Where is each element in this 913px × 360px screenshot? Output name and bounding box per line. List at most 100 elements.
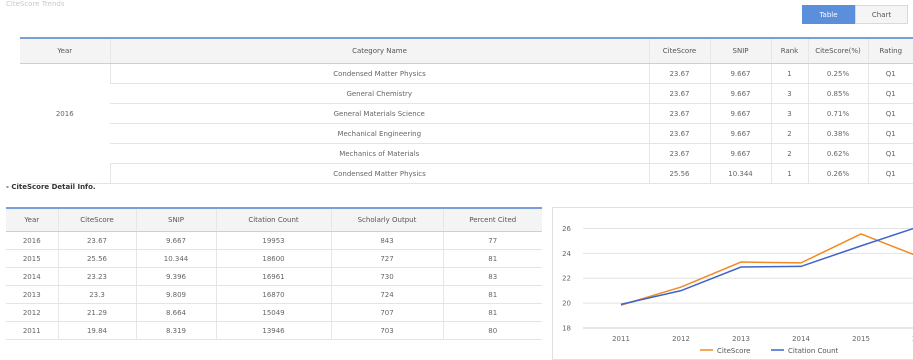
year-group-cell: 2016 (55, 109, 74, 118)
category-name-cell: Condensed Matter Physics (109, 163, 649, 184)
citescore-cell: 23.67 (648, 143, 710, 164)
category-name-cell: General Materials Science (110, 103, 649, 124)
citation-count-cell: 19953 (215, 231, 331, 250)
citescore-percent-cell: 0.62% (807, 143, 868, 164)
column-header-citescore-percent: CiteScore(%) (807, 38, 868, 64)
table-row: 2015 25.56 10.344 18600 727 81 (6, 249, 542, 268)
snip-cell: 8.664 (135, 303, 216, 322)
detail-table-header: Year CiteScore SNIP Citation Count Schol… (6, 208, 542, 232)
year-cell (20, 163, 110, 184)
rank-cell: 1 (770, 163, 808, 184)
column-header-snip: SNIP (135, 208, 216, 232)
rank-cell: 1 (770, 63, 808, 84)
y-tick-label: 18 (562, 325, 571, 333)
rating-cell: Q1 (867, 143, 913, 164)
citescore-cell: 23.3 (57, 285, 136, 304)
trend-line-chart: 1820222426201120122013201420152016CiteSc… (562, 225, 913, 355)
citescore-cell: 19.84 (57, 321, 136, 340)
citescore-cell: 23.67 (648, 103, 710, 124)
scholarly-output-cell: 703 (330, 321, 443, 340)
scholarly-output-cell: 730 (330, 267, 443, 286)
snip-cell: 9.667 (709, 83, 771, 104)
view-tabs: Table Chart (802, 5, 908, 24)
category-table: Year Category Name CiteScore SNIP Rank C… (20, 37, 913, 184)
page-title: CiteScore Trends (6, 0, 65, 8)
year-cell: 2012 (6, 303, 58, 322)
citescore-percent-cell: 0.71% (807, 103, 868, 124)
scholarly-output-cell: 724 (330, 285, 443, 304)
category-name-cell: Mechanical Engineering (110, 123, 649, 144)
column-header-rating: Rating (867, 38, 913, 64)
x-tick-label: 2013 (732, 335, 750, 343)
snip-cell: 9.667 (709, 143, 771, 164)
snip-cell: 9.809 (135, 285, 216, 304)
y-tick-label: 22 (562, 275, 571, 283)
citation-count-cell: 18600 (215, 249, 331, 268)
year-cell: 2011 (6, 321, 58, 340)
table-row: 2011 19.84 8.319 13946 703 80 (6, 321, 542, 340)
column-header-citation-count: Citation Count (215, 208, 331, 232)
rating-cell: Q1 (867, 123, 913, 144)
table-row: General Chemistry 23.67 9.667 3 0.85% Q1 (20, 83, 913, 104)
citation-count-cell: 16870 (215, 285, 331, 304)
table-row: General Materials Science 23.67 9.667 3 … (20, 103, 913, 124)
citescore-cell: 23.67 (57, 231, 136, 250)
citescore-percent-cell: 0.25% (807, 63, 868, 84)
category-name-cell: Condensed Matter Physics (109, 63, 649, 84)
section-title-detail: - CiteScore Detail Info. (6, 183, 96, 191)
x-tick-label: 2014 (792, 335, 810, 343)
tab-chart[interactable]: Chart (855, 5, 908, 24)
y-tick-label: 20 (562, 300, 571, 308)
year-cell: 2013 (6, 285, 58, 304)
citescore-percent-cell: 0.26% (807, 163, 868, 184)
column-header-snip: SNIP (709, 38, 771, 64)
detail-table: Year CiteScore SNIP Citation Count Schol… (6, 207, 542, 340)
percent-cited-cell: 77 (442, 231, 542, 250)
category-name-cell: General Chemistry (110, 83, 649, 104)
citescore-cell: 23.67 (648, 83, 710, 104)
scholarly-output-cell: 707 (330, 303, 443, 322)
table-row: 2016 Condensed Matter Physics 23.67 9.66… (20, 63, 913, 118)
year-cell: 2014 (6, 267, 58, 286)
trend-chart-panel: 1820222426201120122013201420152016CiteSc… (552, 207, 913, 360)
tab-table[interactable]: Table (802, 5, 855, 24)
percent-cited-cell: 81 (442, 249, 542, 268)
column-header-citescore: CiteScore (57, 208, 136, 232)
column-header-year: Year (20, 38, 110, 64)
citation-count-cell: 13946 (215, 321, 331, 340)
percent-cited-cell: 81 (442, 303, 542, 322)
rank-cell: 2 (770, 123, 808, 144)
snip-cell: 10.344 (135, 249, 216, 268)
table-row: 2012 21.29 8.664 15049 707 81 (6, 303, 542, 322)
y-tick-label: 26 (562, 225, 571, 233)
scholarly-output-cell: 843 (330, 231, 443, 250)
citescore-cell: 21.29 (57, 303, 136, 322)
table-row: Condensed Matter Physics 25.56 10.344 1 … (20, 163, 913, 184)
citescore-cell: 23.67 (648, 63, 710, 84)
rank-cell: 3 (770, 103, 808, 124)
column-header-category-name: Category Name (109, 38, 649, 64)
table-row: Mechanical Engineering 23.67 9.667 2 0.3… (20, 123, 913, 144)
rating-cell: Q1 (867, 103, 913, 124)
year-cell: 2015 (6, 249, 58, 268)
x-tick-label: 2012 (672, 335, 690, 343)
snip-cell: 10.344 (709, 163, 771, 184)
legend-label: Citation Count (788, 347, 839, 355)
category-name-cell: Mechanics of Materials (110, 143, 649, 164)
citation-count-cell: 15049 (215, 303, 331, 322)
column-header-year: Year (6, 208, 58, 232)
snip-cell: 9.667 (709, 123, 771, 144)
column-header-percent-cited: Percent Cited (442, 208, 542, 232)
x-tick-label: 2015 (852, 335, 870, 343)
column-header-citescore: CiteScore (648, 38, 710, 64)
citescore-percent-cell: 0.38% (807, 123, 868, 144)
x-tick-label: 2011 (612, 335, 630, 343)
legend-label: CiteScore (717, 347, 751, 355)
snip-cell: 9.396 (135, 267, 216, 286)
citescore-cell: 23.23 (57, 267, 136, 286)
column-header-rank: Rank (770, 38, 808, 64)
snip-cell: 9.667 (135, 231, 216, 250)
citation-count-cell: 16961 (215, 267, 331, 286)
scholarly-output-cell: 727 (330, 249, 443, 268)
year-cell: 2016 (6, 231, 58, 250)
